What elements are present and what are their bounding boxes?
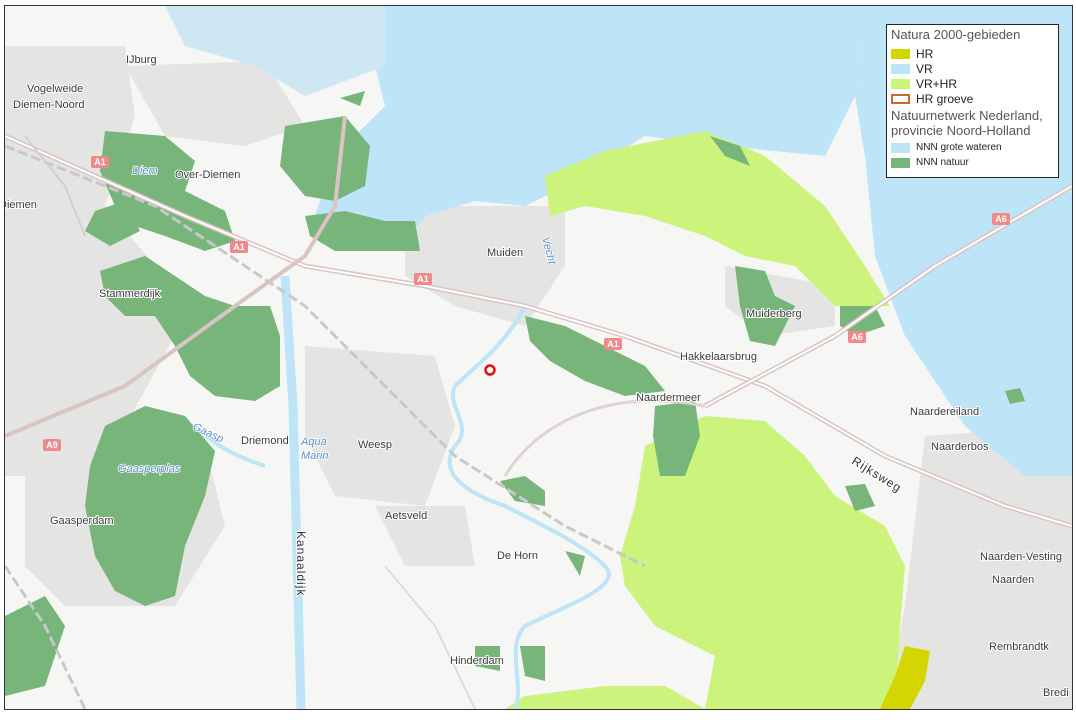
legend-label-vr: VR xyxy=(916,61,933,76)
legend-label-vr-hr: VR+HR xyxy=(916,76,958,91)
map-legend: Natura 2000-gebieden HR VR VR+HR HR groe… xyxy=(886,24,1059,178)
legend-label-hr: HR xyxy=(916,46,934,61)
legend-item-hr: HR xyxy=(891,46,1054,61)
water-label-gaasperplas: Gaasperplas xyxy=(118,463,181,475)
water-label-aqua: Aqua xyxy=(300,436,327,448)
place-label-de-horn: De Horn xyxy=(497,550,538,562)
legend-swatch-hr xyxy=(891,48,910,59)
shield-a6-label: A6 xyxy=(851,332,863,342)
map-frame[interactable]: A1 A1 A1 A1 A6 A6 A9 IJburg Vogelweide D… xyxy=(4,5,1073,710)
place-label-aetsveld: Aetsveld xyxy=(385,510,427,522)
legend-swatch-nnn-natuur xyxy=(891,157,910,168)
place-label-over-diemen: Over-Diemen xyxy=(175,169,240,181)
legend-swatch-vr xyxy=(891,63,910,74)
place-label-naarden-vesting: Naarden-Vesting xyxy=(980,551,1062,563)
place-label-stammerdijk: Stammerdijk xyxy=(99,288,161,300)
road-label-kanaaldijk: Kanaaldijk xyxy=(294,531,308,596)
legend-item-hr-groeve: HR groeve xyxy=(891,91,1054,106)
shield-a1-label: A1 xyxy=(417,274,429,284)
place-label-hakkelaarsbrug: Hakkelaarsbrug xyxy=(680,351,757,363)
shield-a1-label: A1 xyxy=(94,157,106,167)
place-label-muiderberg: Muiderberg xyxy=(746,308,802,320)
legend-item-vr: VR xyxy=(891,61,1054,76)
legend-label-hr-groeve: HR groeve xyxy=(916,91,974,106)
legend-subtitle-line1: Natuurnetwerk Nederland, xyxy=(891,108,1043,123)
shield-a1-label: A1 xyxy=(607,339,619,349)
legend-item-nnn-natuur: NNN natuur xyxy=(891,155,1054,170)
legend-subtitle: Natuurnetwerk Nederland, provincie Noord… xyxy=(891,108,1054,138)
place-label-naardereiland: Naardereiland xyxy=(910,406,979,418)
legend-swatch-nnn-water xyxy=(891,142,910,153)
place-label-bredi: Bredi xyxy=(1043,687,1069,699)
place-label-vogelweide: Vogelweide xyxy=(27,83,83,95)
legend-swatch-hr-groeve xyxy=(891,93,910,104)
place-label-hinderdam: Hinderdam xyxy=(450,655,504,667)
place-label-muiden: Muiden xyxy=(487,247,523,259)
place-label-diemen: Diemen xyxy=(5,199,37,211)
place-label-diemen-noord: Diemen-Noord xyxy=(13,99,85,111)
place-label-naardermeer: Naardermeer xyxy=(636,392,701,404)
shield-a6-label: A6 xyxy=(995,214,1007,224)
place-label-gaasperdam: Gaasperdam xyxy=(50,515,114,527)
place-label-driemond: Driemond xyxy=(241,435,289,447)
legend-item-vr-hr: VR+HR xyxy=(891,76,1054,91)
shield-a9-label: A9 xyxy=(46,440,58,450)
place-label-weesp: Weesp xyxy=(358,439,392,451)
water-label-marin: Marin xyxy=(301,450,329,462)
legend-title: Natura 2000-gebieden xyxy=(891,27,1021,42)
water-label-diemer: Diem xyxy=(132,165,158,177)
legend-subtitle-line2: provincie Noord-Holland xyxy=(891,123,1031,138)
legend-label-nnn-water: NNN grote wateren xyxy=(916,142,1002,153)
place-label-rembrandtk: Rembrandtk xyxy=(989,641,1049,653)
legend-swatch-vr-hr xyxy=(891,78,910,89)
place-label-naarderbos: Naarderbos xyxy=(931,441,989,453)
shield-a1-label: A1 xyxy=(233,242,245,252)
place-label-ijburg: IJburg xyxy=(126,54,157,66)
legend-item-nnn-water: NNN grote wateren xyxy=(891,140,1054,155)
place-label-naarden: Naarden xyxy=(992,574,1034,586)
legend-label-nnn-natuur: NNN natuur xyxy=(916,157,969,168)
